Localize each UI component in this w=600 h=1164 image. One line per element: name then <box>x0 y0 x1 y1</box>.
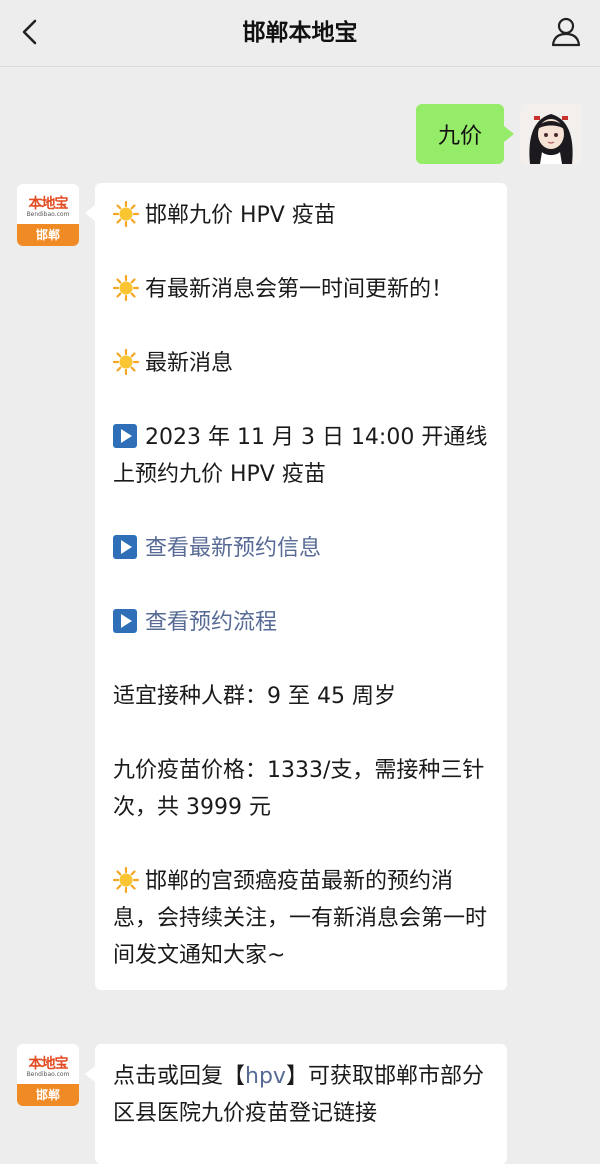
bendibao-logo: 本地宝 Bendibao.com <box>17 184 79 224</box>
message-text: 适宜接种人群：9 至 45 周岁 <box>113 684 396 709</box>
sun-icon <box>113 867 139 893</box>
profile-button[interactable] <box>548 14 584 50</box>
message-line: 邯郸的宫颈癌疫苗最新的预约消息，会持续关注，一有新消息会第一时间发文通知大家~ <box>113 863 489 974</box>
message-text: 最新消息 <box>145 351 234 376</box>
logo-city: 邯郸 <box>17 1084 79 1106</box>
user-avatar[interactable] <box>520 104 582 164</box>
message-line: 最新消息 <box>113 345 489 382</box>
sun-icon <box>113 349 139 375</box>
logo-city: 邯郸 <box>17 224 79 246</box>
message-line: 邯郸九价 HPV 疫苗 <box>113 197 489 234</box>
message-text: 点击或回复【 <box>113 1064 246 1089</box>
message-line: 有最新消息会第一时间更新的！ <box>113 271 489 308</box>
link-text[interactable]: 查看预约流程 <box>145 610 277 635</box>
message-line: 点击或回复【hpv】可获取邯郸市部分区县医院九价疫苗登记链接 <box>113 1058 489 1132</box>
logo-text: 本地宝 <box>28 1057 69 1072</box>
message-text: 2023 年 11 月 3 日 14:00 开通线上预约九价 HPV 疫苗 <box>113 425 488 487</box>
message-line: 适宜接种人群：9 至 45 周岁 <box>113 678 489 715</box>
play-icon <box>113 535 137 559</box>
sun-icon <box>113 275 139 301</box>
incoming-message: 点击或回复【hpv】可获取邯郸市部分区县医院九价疫苗登记链接 <box>85 1044 507 1164</box>
outgoing-bubble[interactable]: 九价 <box>415 104 515 164</box>
keyword-link[interactable]: hpv <box>245 1064 286 1089</box>
message-text: 邯郸九价 HPV 疫苗 <box>145 203 336 228</box>
person-icon <box>551 17 581 47</box>
message-text: 邯郸的宫颈癌疫苗最新的预约消息，会持续关注，一有新消息会第一时间发文通知大家~ <box>113 869 488 968</box>
message-text: 有最新消息会第一时间更新的！ <box>145 277 454 302</box>
message-line: 2023 年 11 月 3 日 14:00 开通线上预约九价 HPV 疫苗 <box>113 419 489 493</box>
chat-title: 邯郸本地宝 <box>242 20 358 46</box>
message-line: 九价疫苗价格：1333/支，需接种三针次，共 3999 元 <box>113 752 489 826</box>
anime-girl-avatar-icon <box>520 104 582 164</box>
logo-text: 本地宝 <box>28 197 69 212</box>
message-text: 九价疫苗价格：1333/支，需接种三针次，共 3999 元 <box>113 758 485 820</box>
play-icon <box>113 609 137 633</box>
sun-icon <box>113 201 139 227</box>
logo-url: Bendibao.com <box>26 211 70 218</box>
link-text[interactable]: 查看最新预约信息 <box>145 536 321 561</box>
process-link[interactable]: 查看预约流程 <box>113 604 489 641</box>
outgoing-text: 九价 <box>437 124 482 149</box>
latest-info-link[interactable]: 查看最新预约信息 <box>113 530 489 567</box>
play-icon <box>113 424 137 448</box>
logo-url: Bendibao.com <box>26 1071 70 1078</box>
chat-header: 邯郸本地宝 <box>0 0 600 67</box>
bot-avatar[interactable]: 本地宝 Bendibao.com 邯郸 <box>17 1044 79 1106</box>
bendibao-logo: 本地宝 Bendibao.com <box>17 1044 79 1084</box>
incoming-message: 邯郸九价 HPV 疫苗 有最新消息会第一时间更新的！ 最新消息 2023 年 1… <box>85 183 507 990</box>
bot-avatar[interactable]: 本地宝 Bendibao.com 邯郸 <box>17 184 79 246</box>
